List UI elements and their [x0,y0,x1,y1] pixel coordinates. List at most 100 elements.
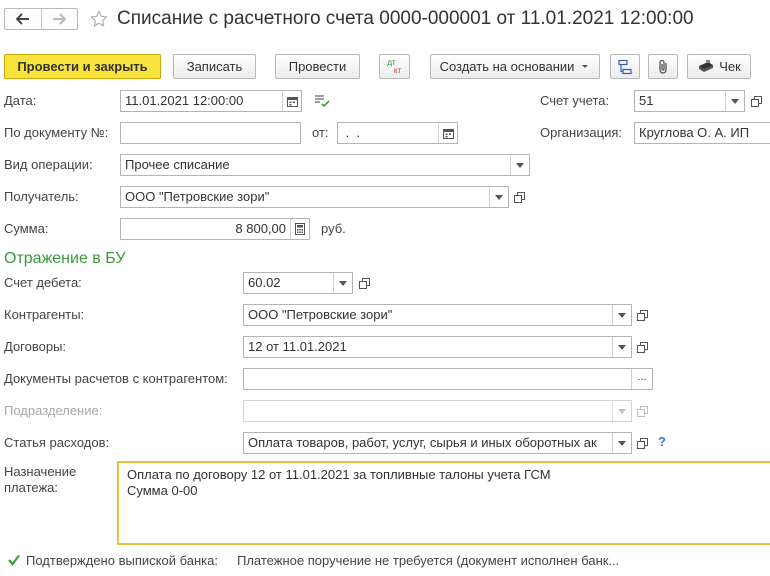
purpose-label-line1: Назначение [4,464,77,479]
calendar-icon [286,96,298,107]
date-value: 11.01.2021 12:00:00 [125,93,244,108]
subdivision-field [243,400,632,422]
recipient-label: Получатель: [4,189,79,204]
expense-item-field[interactable]: Оплата товаров, работ, услуг, сырья и ин… [243,432,632,454]
calculator-button[interactable] [290,219,309,239]
open-window-icon [636,405,648,417]
debit-account-dropdown-button[interactable] [333,273,352,293]
receipt-button[interactable]: Чек [687,54,751,79]
paperclip-icon [659,59,667,74]
create-based-on-button[interactable]: Создать на основании [430,54,600,79]
counterparty-value: ООО "Петровские зори" [248,307,393,322]
dt-kt-button[interactable]: дт кт [379,54,410,79]
contracts-field[interactable]: 12 от 11.01.2021 [243,336,632,358]
contracts-value: 12 от 11.01.2021 [248,339,347,354]
favorite-star-icon[interactable] [90,10,108,28]
payment-purpose-textarea[interactable]: Оплата по договору 12 от 11.01.2021 за т… [117,461,770,545]
contracts-open-button[interactable] [632,336,652,358]
open-window-icon [513,191,525,203]
checkmark-icon [8,554,20,566]
recipient-dropdown-button[interactable] [489,187,508,207]
chevron-down-icon [339,280,347,286]
counterparty-field[interactable]: ООО "Петровские зори" [243,304,632,326]
calendar-icon [442,128,454,139]
open-window-icon [358,277,370,289]
from-date-field[interactable]: . . [337,122,458,144]
subdivision-label: Подразделение: [4,403,103,418]
payment-order-status: Платежное поручение не требуется (докуме… [237,553,620,568]
date-field[interactable]: 11.01.2021 12:00:00 [120,90,302,112]
post-button[interactable]: Провести [275,54,360,79]
amount-label: Сумма: [4,221,49,236]
subdivision-value [244,401,612,421]
chevron-down-icon [618,344,626,350]
arrow-left-icon [15,13,29,25]
select-button[interactable]: ... [631,369,652,389]
chevron-down-icon [516,162,524,168]
nav-buttons [4,8,78,30]
kt-label: кт [393,65,402,75]
account-open-button[interactable] [746,90,766,112]
counterparty-dropdown-button[interactable] [612,305,631,325]
recipient-open-button[interactable] [509,186,529,208]
purpose-line-1: Оплата по договору 12 от 11.01.2021 за т… [127,467,551,482]
operation-type-label: Вид операции: [4,157,93,172]
operation-type-dropdown-button[interactable] [510,155,529,175]
account-label: Счет учета: [540,93,610,108]
settlement-docs-value [244,369,631,389]
doc-number-value [121,123,300,143]
save-button[interactable]: Записать [173,54,256,79]
debit-account-field[interactable]: 60.02 [243,272,353,294]
bank-confirmed-checkbox[interactable] [6,552,22,568]
debit-account-label: Счет дебета: [4,275,82,290]
organization-label: Организация: [540,125,623,140]
open-window-icon [636,309,648,321]
doc-check-icon[interactable] [314,94,330,108]
account-dropdown-button[interactable] [725,91,744,111]
open-window-icon [750,95,762,107]
attach-button[interactable] [648,54,678,79]
settlement-docs-label: Документы расчетов с контрагентом: [4,371,228,386]
organization-value: Круглова О. А. ИП [639,125,750,140]
recipient-value: ООО "Петровские зори" [125,189,270,204]
from-date-value: . . [342,125,361,140]
bank-confirmed-label: Подтверждено выпиской банка: [26,553,218,568]
forward-button[interactable] [40,9,78,29]
ellipsis-icon: ... [637,370,647,383]
doc-number-field[interactable] [120,122,301,144]
operation-type-field[interactable]: Прочее списание [120,154,530,176]
account-field[interactable]: 51 [634,90,745,112]
currency-label: руб. [321,221,346,236]
debit-account-open-button[interactable] [354,272,374,294]
contracts-label: Договоры: [4,339,67,354]
operation-type-value: Прочее списание [125,157,230,172]
recipient-field[interactable]: ООО "Петровские зори" [120,186,509,208]
structure-icon [618,59,632,74]
date-label: Дата: [4,93,37,108]
calculator-icon [295,223,305,235]
from-calendar-button[interactable] [438,123,457,143]
calendar-button[interactable] [282,91,301,111]
post-and-close-button[interactable]: Провести и закрыть [4,54,161,79]
counterparty-label: Контрагенты: [4,307,85,322]
expense-item-open-button[interactable] [632,432,652,454]
chevron-down-icon [731,98,739,104]
create-based-on-label: Создать на основании [439,59,575,74]
open-window-icon [636,341,648,353]
cash-register-icon [699,59,714,72]
expense-item-value: Оплата товаров, работ, услуг, сырья и ин… [248,435,597,450]
back-button[interactable] [5,9,41,29]
expense-item-dropdown-button[interactable] [612,433,631,453]
chevron-down-icon [618,408,626,414]
settlement-docs-field[interactable]: ... [243,368,653,390]
contracts-dropdown-button[interactable] [612,337,631,357]
purpose-label-line2: платежа: [4,480,58,495]
chevron-down-icon [618,440,626,446]
accounting-section-title: Отражение в БУ [4,250,126,267]
help-icon[interactable]: ? [658,434,666,449]
structure-button[interactable] [610,54,640,79]
organization-field[interactable]: Круглова О. А. ИП [634,122,770,144]
counterparty-open-button[interactable] [632,304,652,326]
amount-field[interactable]: 8 800,00 [120,218,310,240]
from-label: от: [312,125,329,140]
